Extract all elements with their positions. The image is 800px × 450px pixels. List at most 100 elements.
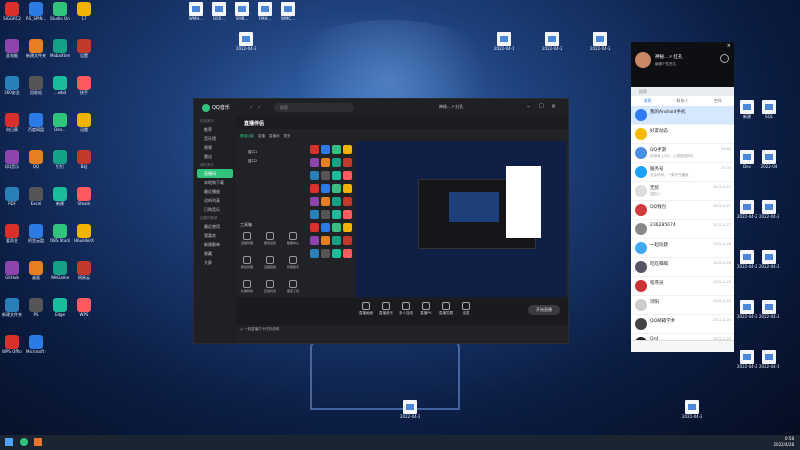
desktop-icon-31[interactable]: 网易云 (74, 261, 94, 280)
desktop-right-2[interactable]: Dev (737, 150, 757, 169)
qq-conversation-row[interactable]: 我的Android手机 (631, 106, 734, 125)
desktop-icon-34[interactable]: Edge (50, 298, 70, 317)
qq-conversation-row[interactable]: 好友动态 (631, 125, 734, 144)
desktop-icon-1[interactable]: RS_SPIN... (26, 2, 46, 21)
qq-conversation-row[interactable]: QQ钱包 2022-4-27 (631, 201, 734, 220)
desktop-icon-12[interactable]: 向日葵 (2, 113, 22, 132)
desktop-right-4[interactable]: 2022-04-27 (737, 200, 757, 219)
file-top-4[interactable]: WMC... (278, 2, 298, 21)
tool-button[interactable]: 互动玩法 (259, 280, 281, 293)
sidebar-item-qqmusic-nav-3[interactable]: 雷达 (194, 152, 236, 161)
qq-tab-2[interactable]: 空间 (714, 96, 722, 106)
desktop-icon-11[interactable]: 快手 (74, 76, 94, 95)
qq-search-input[interactable]: 搜索 (631, 87, 734, 96)
qq-conversation-row[interactable]: 浏阳 2022-4-25 (631, 296, 734, 315)
file-bottom-1[interactable]: 2022-04-25_ASDDSAB (682, 400, 702, 419)
desktop-icon-4[interactable]: 此电脑 (2, 39, 22, 58)
scene-item[interactable]: 窗口2 (248, 159, 306, 165)
sidebar-item-qqmusic-nav3-1[interactable]: 我喜欢 (194, 231, 236, 240)
qq-main-panel[interactable]: 神秘...↗ 红孔 编辑个性签名 × 搜索 消息 联系人 空间 我的Android手… (631, 42, 734, 352)
file-bottom-0[interactable]: 2022-04-25_1800_SMH (400, 400, 420, 419)
taskbar-app-green-icon[interactable] (20, 438, 28, 446)
sidebar-item-qqmusic-nav2-0[interactable]: 直播间 (197, 169, 233, 178)
back-icon[interactable]: ‹ (250, 104, 252, 111)
maximize-icon[interactable]: □ (539, 103, 544, 109)
qq-avatar[interactable] (635, 52, 651, 68)
desktop-icon-6[interactable]: MobaXterm (50, 39, 70, 58)
live-bottom-button[interactable]: 连麦 (456, 301, 476, 316)
desktop-icon-8[interactable]: 360安全 (2, 76, 22, 95)
tool-button[interactable]: 粉丝管理 (236, 256, 258, 269)
desktop-right-8[interactable]: 2022-04-22 (737, 300, 757, 319)
file-top-0[interactable]: WMH... (186, 2, 206, 21)
desktop-icon-30[interactable]: WeGame (50, 261, 70, 280)
desktop-right-9[interactable]: 2022-04-21 (759, 300, 779, 319)
start-windows-icon[interactable] (5, 438, 13, 446)
file-mid-0[interactable]: 2022-04-22 14-21-06... (236, 32, 256, 51)
desktop-icon-21[interactable]: Excel (26, 187, 46, 206)
tool-button[interactable]: 推流设置 (259, 232, 281, 245)
desktop-icon-13[interactable]: 百度网盘 (26, 113, 46, 132)
sidebar-item-qqmusic-nav-0[interactable]: 推荐 (194, 125, 236, 134)
live-bottom-button[interactable]: 直播音乐 (376, 301, 396, 316)
desktop-right-0[interactable]: 新建 (737, 100, 757, 119)
live-tab-0[interactable]: 基础功能 (240, 134, 254, 138)
sidebar-item-qqmusic-nav2-2[interactable]: 最近播放 (194, 187, 236, 196)
qq-conversation-row[interactable]: 服务号 北京时间，一周天气播报 23:33 (631, 163, 734, 182)
qq-conversation-row[interactable]: 一起问题 2022-4-26 (631, 239, 734, 258)
sidebar-item-qqmusic-nav3-2[interactable]: 新建歌单 (194, 240, 236, 249)
desktop-right-10[interactable]: 2022-04-20 (737, 350, 757, 369)
qq-tab-1[interactable]: 联系人 (677, 96, 689, 106)
sidebar-item-qqmusic-nav2-4[interactable]: 已购音乐 (194, 205, 236, 214)
file-mid-1[interactable]: 2022-04-19 14-27-09... (494, 32, 514, 51)
sidebar-item-qqmusic-nav2-3[interactable]: 试听列表 (194, 196, 236, 205)
qq-conversation-row[interactable]: 吃吃喝喝 2022-4-26 (631, 258, 734, 277)
qqmusic-user-name[interactable]: 神秘...↗ 红孔 (439, 104, 463, 110)
desktop-icon-33[interactable]: PS (26, 298, 46, 317)
sidebar-item-qqmusic-nav-1[interactable]: 音乐馆 (194, 134, 236, 143)
sidebar-item-qqmusic-nav3-4[interactable]: 大屏 (194, 258, 236, 267)
live-bottom-button[interactable]: 直播PK (416, 301, 436, 316)
desktop-icon-29[interactable]: 桌面 (26, 261, 46, 280)
qq-tab-0[interactable]: 消息 (644, 96, 652, 106)
tool-button[interactable]: 礼物特效 (236, 280, 258, 293)
desktop-icon-22[interactable]: 新建 (50, 187, 70, 206)
live-tab-3[interactable]: 更多 (284, 134, 291, 138)
desktop-icon-9[interactable]: 回收站 (26, 76, 46, 95)
desktop-right-3[interactable]: 2022-04 (759, 150, 779, 169)
desktop-icon-14[interactable]: Dev... (50, 113, 70, 132)
qq-signature[interactable]: 编辑个性签名 (655, 62, 676, 67)
qq-conversation-row[interactable]: QQ邮箱学术 2022-4-24 (631, 315, 734, 334)
minimize-icon[interactable]: – (527, 103, 530, 110)
desktop-icon-37[interactable]: Microsoft Edge (26, 335, 46, 354)
file-mid-3[interactable]: 2022-04-22 14-21-06... (590, 32, 610, 51)
desktop-icon-19[interactable]: B站 (74, 150, 94, 169)
qq-conversation-row[interactable]: 程序员 2022-4-25 (631, 277, 734, 296)
file-top-3[interactable]: FMH... (255, 2, 275, 21)
desktop-right-6[interactable]: 2022-04-25_1800 (737, 250, 757, 269)
tool-button[interactable]: 智能助手 (282, 256, 304, 269)
desktop-icon-23[interactable]: Steam (74, 187, 94, 206)
live-tab-1[interactable]: 直播 (258, 134, 265, 138)
tool-button[interactable]: 数据中心 (282, 232, 304, 245)
live-tab-2[interactable]: 直播间 (269, 134, 280, 138)
desktop-icon-17[interactable]: QQ (26, 150, 46, 169)
qqmusic-search-input[interactable]: 搜索 (274, 103, 354, 112)
qq-conversation-row[interactable]: 无忧 [图片] 2022-4-27 (631, 182, 734, 201)
live-bottom-button[interactable]: 直播答题 (436, 301, 456, 316)
live-bottom-button[interactable]: 多人连线 (396, 301, 416, 316)
file-top-1[interactable]: DSR... (209, 2, 229, 21)
sidebar-item-qqmusic-nav-2[interactable]: 视频 (194, 143, 236, 152)
desktop-icon-27[interactable]: HbuilderX (74, 224, 94, 243)
desktop-icon-25[interactable]: 阿里云盘 (26, 224, 46, 243)
file-mid-2[interactable]: 2022-04-23 13-37-06... (542, 32, 562, 51)
forward-icon[interactable]: › (258, 104, 260, 111)
desktop-icon-2[interactable]: Studio One (50, 2, 70, 21)
desktop-icon-15[interactable]: 迅雷 (74, 113, 94, 132)
sidebar-item-qqmusic-nav3-0[interactable]: 最近使用 (194, 222, 236, 231)
desktop-icon-5[interactable]: 新建文件夹 (26, 39, 46, 58)
desktop-icon-28[interactable]: GitHub (2, 261, 22, 280)
desktop-icon-10[interactable]: ...wbd (50, 76, 70, 95)
desktop-icon-24[interactable]: 爱奇艺 (2, 224, 22, 243)
tool-button[interactable]: 直播管理 (236, 232, 258, 245)
